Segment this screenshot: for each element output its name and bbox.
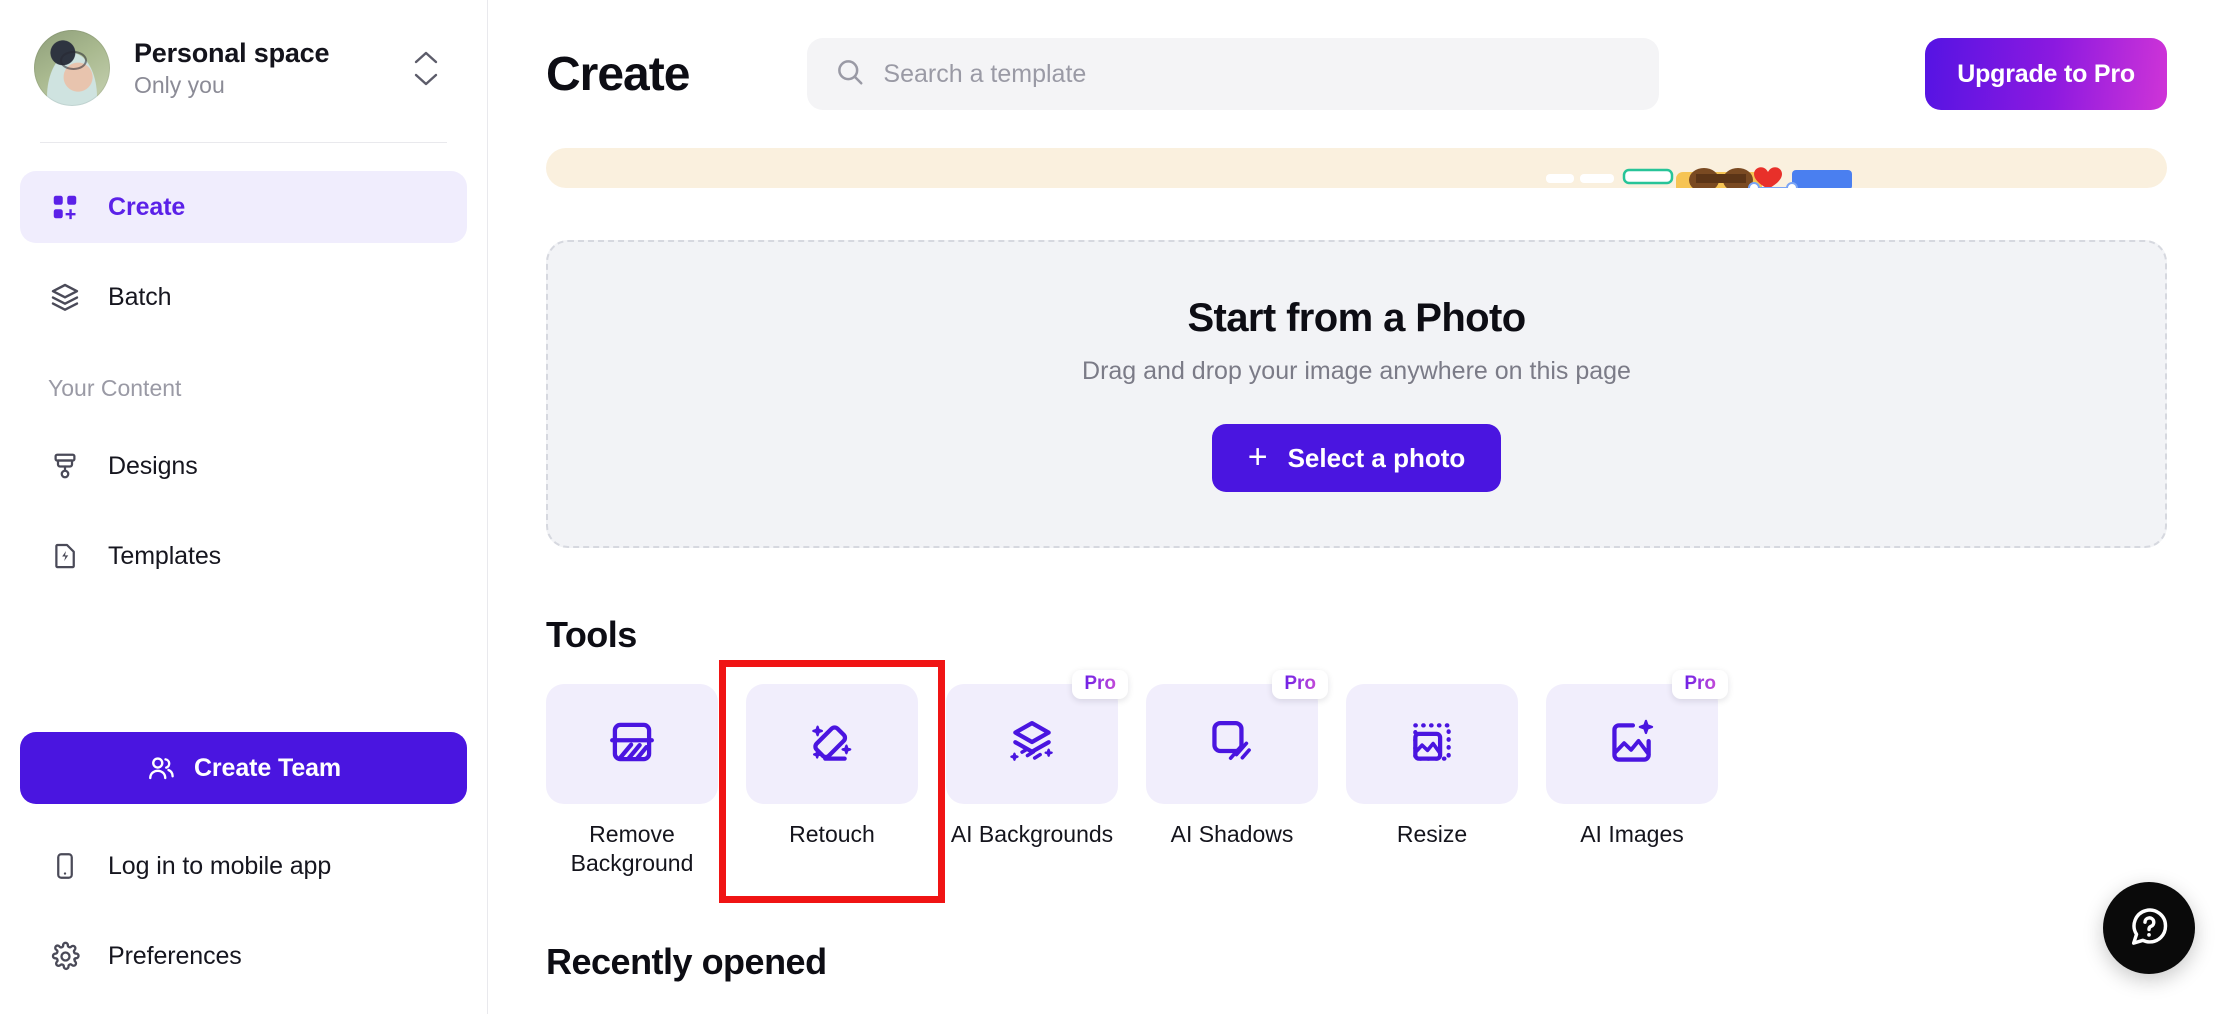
create-team-label: Create Team [194,754,341,783]
app-root: Personal space Only you Crea [0,0,2225,1014]
avatar [34,30,110,106]
main-content: Create Upgrade to Pro [488,0,2225,1014]
page-title: Create [546,47,689,102]
workspace-text: Personal space Only you [134,37,389,100]
sidebar-item-preferences[interactable]: Preferences [20,920,467,992]
tool-label: AI Images [1580,820,1684,849]
dropzone-subtitle: Drag and drop your image anywhere on thi… [1082,357,1631,386]
tool-label: AI Shadows [1171,820,1294,849]
upgrade-to-pro-button[interactable]: Upgrade to Pro [1925,38,2167,110]
mobile-phone-icon [48,849,82,883]
search-box[interactable] [807,38,1659,110]
gear-icon [48,939,82,973]
tool-tile [1346,684,1518,804]
pro-badge-label: Pro [1684,673,1716,694]
brush-icon [48,449,82,483]
ai-backgrounds-icon [1005,715,1059,774]
sidebar-item-label: Preferences [108,942,242,971]
sidebar-item-label: Designs [108,452,198,481]
layers-icon [48,280,82,314]
tool-label: Resize [1397,820,1467,849]
tool-ai-backgrounds[interactable]: Pro AI Backgrounds [946,684,1118,879]
tool-tile [546,684,718,804]
sidebar-section-label: Your Content [0,333,487,402]
search-input[interactable] [883,60,1631,89]
content-area: Start from a Photo Drag and drop your im… [488,148,2225,983]
sidebar-item-create[interactable]: Create [20,171,467,243]
sidebar-item-designs[interactable]: Designs [20,430,467,502]
ai-images-icon [1605,715,1659,774]
sidebar-item-label: Batch [108,283,171,312]
pro-badge: Pro [1072,670,1128,699]
grid-plus-icon [48,190,82,224]
dropzone-title: Start from a Photo [1187,296,1525,341]
tool-label: Remove Background [546,820,718,879]
chevron-up-down-icon[interactable] [413,50,439,87]
tool-tile [746,684,918,804]
workspace-title: Personal space [134,37,389,69]
tool-resize[interactable]: Resize [1346,684,1518,879]
pro-badge-label: Pro [1284,673,1316,694]
recently-opened-heading: Recently opened [546,941,2167,983]
resize-icon [1405,715,1459,774]
tool-remove-background[interactable]: Remove Background [546,684,718,879]
sidebar-primary-nav: Create Batch [0,143,487,333]
nav-spacer [20,243,467,261]
tools-grid: Remove Background [546,684,2167,879]
workspace-subtitle: Only you [134,72,389,100]
create-team-button[interactable]: Create Team [20,732,467,804]
select-a-photo-label: Select a photo [1288,443,1466,474]
sidebar-bottom: Create Team Log in to mobile app [0,732,487,1014]
help-button[interactable] [2103,882,2195,974]
tool-ai-images[interactable]: Pro AI Images [1546,684,1718,879]
tool-tile: Pro [946,684,1118,804]
tool-label: AI Backgrounds [951,820,1113,849]
select-a-photo-button[interactable]: + Select a photo [1212,424,1502,492]
plus-icon: + [1248,440,1268,474]
sidebar-item-mobile-app[interactable]: Log in to mobile app [20,830,467,902]
users-icon [146,753,176,783]
page-header: Create Upgrade to Pro [488,0,2225,148]
nav-spacer [20,902,467,920]
remove-background-icon [605,715,659,774]
pro-badge-label: Pro [1084,673,1116,694]
help-question-icon [2126,904,2172,953]
file-bolt-icon [48,539,82,573]
sidebar-item-label: Templates [108,542,221,571]
sidebar-item-label: Create [108,193,185,222]
banner-artwork [1546,148,1966,188]
sidebar-item-templates[interactable]: Templates [20,520,467,592]
pro-badge: Pro [1672,670,1728,699]
tool-tile: Pro [1146,684,1318,804]
ai-shadows-icon [1205,715,1259,774]
tool-retouch[interactable]: Retouch [746,684,918,879]
sidebar-content-nav: Designs Templates [0,402,487,592]
photo-dropzone[interactable]: Start from a Photo Drag and drop your im… [546,240,2167,548]
retouch-eraser-icon [805,715,859,774]
nav-spacer [20,502,467,520]
sidebar: Personal space Only you Crea [0,0,488,1014]
sidebar-item-label: Log in to mobile app [108,852,331,881]
tool-ai-shadows[interactable]: Pro AI Shadows [1146,684,1318,879]
sidebar-item-batch[interactable]: Batch [20,261,467,333]
pro-badge: Pro [1272,670,1328,699]
promo-banner-cutoff[interactable] [546,148,2167,188]
tool-tile: Pro [1546,684,1718,804]
tool-label: Retouch [789,820,875,849]
search-icon [835,57,865,92]
tools-heading: Tools [546,614,2167,656]
workspace-switcher[interactable]: Personal space Only you [0,0,487,106]
